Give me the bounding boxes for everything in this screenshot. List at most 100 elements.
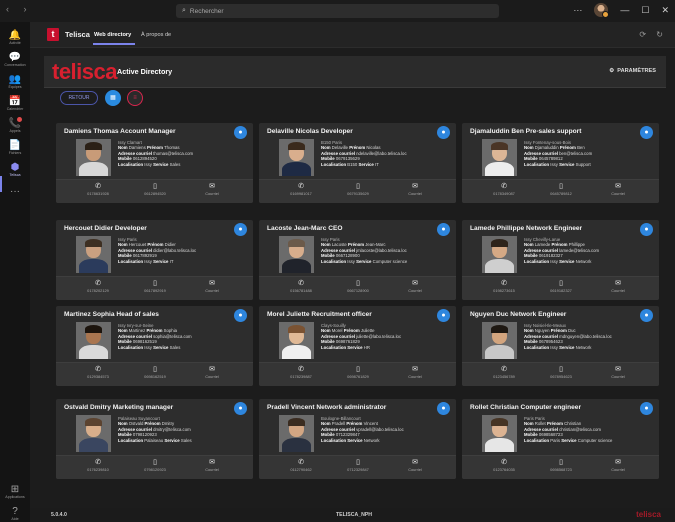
contact-name: Djamaluddin Ben Pre-sales support <box>470 128 582 135</box>
phone-icon: ✆ <box>298 183 304 190</box>
user-profile-icon[interactable]: ● <box>640 309 653 322</box>
contact-card[interactable]: Hercouet Didier Developer ● Issy Paris Nom … <box>56 220 253 300</box>
contact-photo <box>76 415 111 452</box>
call-mobile-button[interactable]: ▯ 0612894520 <box>135 183 175 197</box>
user-profile-icon[interactable]: ● <box>640 223 653 236</box>
tab-web-directory[interactable]: Web directory <box>94 32 131 38</box>
rail-item-help[interactable]: ? Aide <box>0 506 30 522</box>
call-mobile-button[interactable]: ▯ 0698162519 <box>135 366 175 380</box>
phone-icon: ✆ <box>501 183 507 190</box>
contact-card[interactable]: Nguyen Duc Network Engineer ● Issy Noisiel… <box>462 306 659 386</box>
email-button[interactable]: ✉ Courriel <box>598 183 638 197</box>
call-phone-button[interactable]: ✆ 0176239810 <box>78 459 118 473</box>
call-mobile-button[interactable]: ▯ 0617892919 <box>135 280 175 294</box>
contact-actions: ✆ 0178349087 ▯ 0645789812 ✉ Courriel <box>462 179 659 203</box>
app-name: Telisca <box>65 30 90 39</box>
minimize-icon[interactable]: — <box>620 5 629 15</box>
tab-about[interactable]: À propos de <box>141 32 171 38</box>
contact-card[interactable]: Djamaluddin Ben Pre-sales support ● Issy F… <box>462 123 659 203</box>
rail-item-teams[interactable]: 👥 Équipes <box>0 74 30 90</box>
user-profile-icon[interactable]: ● <box>234 309 247 322</box>
more-options-icon[interactable]: ··· <box>573 5 582 15</box>
call-phone-button[interactable]: ✆ 0198273615 <box>484 280 524 294</box>
call-mobile-button[interactable]: ▯ 0679135629 <box>338 183 378 197</box>
contact-card[interactable]: Rollet Christian Computer engineer ● Paris… <box>462 399 659 479</box>
rail-item-activity[interactable]: 🔔 Activité <box>0 30 30 46</box>
settings-button[interactable]: ⚙ PARAMÈTRES <box>609 68 656 74</box>
call-mobile-button[interactable]: ▯ 0619182327 <box>541 280 581 294</box>
call-mobile-button[interactable]: ▯ 0798120923 <box>135 459 175 473</box>
contact-card[interactable]: Pradell Vincent Network administrator ● Bo… <box>259 399 456 479</box>
call-phone-button[interactable]: ✆ 0169981017 <box>281 183 321 197</box>
user-profile-icon[interactable]: ● <box>437 223 450 236</box>
user-profile-icon[interactable]: ● <box>437 126 450 139</box>
email-button[interactable]: ✉ Courriel <box>598 366 638 380</box>
back-forward-arrows-icon[interactable]: ‹ › <box>6 4 33 14</box>
rail-item-calls[interactable]: 📞 Appels <box>0 118 30 134</box>
call-phone-button[interactable]: ✆ 0178239887 <box>281 366 321 380</box>
call-phone-button[interactable]: ✆ 0129384573 <box>78 366 118 380</box>
user-profile-icon[interactable]: ● <box>234 223 247 236</box>
user-avatar[interactable] <box>594 3 610 18</box>
list-view-button[interactable]: ≡ <box>127 90 143 106</box>
contact-card[interactable]: Ostvald Dmitry Marketing manager ● Palaise… <box>56 399 253 479</box>
mail-icon: ✉ <box>615 280 621 287</box>
user-profile-icon[interactable]: ● <box>437 402 450 415</box>
user-profile-icon[interactable]: ● <box>234 126 247 139</box>
rail-item-chat[interactable]: 💬 Conversation <box>0 52 30 68</box>
call-mobile-button[interactable]: ▯ 0678954623 <box>541 366 581 380</box>
grid-view-button[interactable]: ▦ <box>105 90 121 106</box>
contact-card[interactable]: Martinez Sophia Head of sales ● Issy Ivry-… <box>56 306 253 386</box>
call-mobile-button[interactable]: ▯ 0698568723 <box>541 459 581 473</box>
refresh-icon[interactable]: ⟳ ↻ <box>639 30 667 39</box>
more-icon: ··· <box>10 186 20 197</box>
email-button[interactable]: ✉ Courriel <box>192 183 232 197</box>
rail-item-files[interactable]: 📄 Fichiers <box>0 140 30 156</box>
contact-card[interactable]: Lacoste Jean-Marc CEO ● Issy Paris Nom Laco… <box>259 220 456 300</box>
email-button[interactable]: ✉ Courriel <box>598 459 638 473</box>
user-profile-icon[interactable]: ● <box>640 402 653 415</box>
call-mobile-button[interactable]: ▯ 0645789812 <box>541 183 581 197</box>
email-button[interactable]: ✉ Courriel <box>192 459 232 473</box>
call-phone-button[interactable]: ✆ 0112790462 <box>281 459 321 473</box>
call-phone-button[interactable]: ✆ 0178202129 <box>78 280 118 294</box>
call-phone-button[interactable]: ✆ 0123764035 <box>484 459 524 473</box>
rail-item-more[interactable]: ··· <box>0 186 30 197</box>
contact-name: Ostvald Dmitry Marketing manager <box>64 404 174 411</box>
call-mobile-button[interactable]: ▯ 0667128900 <box>338 280 378 294</box>
email-button[interactable]: ✉ Courriel <box>598 280 638 294</box>
call-phone-button[interactable]: ✆ 0178349087 <box>484 183 524 197</box>
email-button[interactable]: ✉ Courriel <box>192 280 232 294</box>
phone-icon: ✆ <box>501 280 507 287</box>
email-button[interactable]: ✉ Courriel <box>395 280 435 294</box>
contact-card[interactable]: Morel Juliette Recruitment officer ● Clays… <box>259 306 456 386</box>
contact-photo <box>76 322 111 359</box>
contact-email: ndelaville@labo.telisca.loc <box>356 150 407 156</box>
user-profile-icon[interactable]: ● <box>234 402 247 415</box>
call-phone-button[interactable]: ✆ 0156781488 <box>281 280 321 294</box>
contact-card[interactable]: Lamede Phillippe Network Engineer ● Issy C… <box>462 220 659 300</box>
rail-item-calendar[interactable]: 📅 Calendrier <box>0 96 30 112</box>
contact-email: didier@labo.telisca.loc <box>153 247 197 253</box>
call-mobile-button[interactable]: ▯ 0698761829 <box>338 366 378 380</box>
back-button[interactable]: RETOUR <box>60 91 98 105</box>
user-profile-icon[interactable]: ● <box>640 126 653 139</box>
search-bar[interactable]: ⌕ Rechercher <box>176 4 499 18</box>
contact-actions: ✆ 0123456789 ▯ 0678954623 ✉ Courriel <box>462 362 659 386</box>
contact-card[interactable]: Damiens Thomas Account Manager ● Issy Clam… <box>56 123 253 203</box>
contact-actions: ✆ 0156781488 ▯ 0667128900 ✉ Courriel <box>259 276 456 300</box>
email-button[interactable]: ✉ Courriel <box>395 183 435 197</box>
email-button[interactable]: ✉ Courriel <box>395 366 435 380</box>
rail-item-apps[interactable]: ⊞ Applications <box>0 484 30 500</box>
maximize-icon[interactable]: ☐ <box>641 5 649 16</box>
rail-item-telisca[interactable]: ⬢ Telisca <box>0 162 30 178</box>
contact-card[interactable]: Delaville Nicolas Developer ● B150 Paris No… <box>259 123 456 203</box>
close-icon[interactable]: ✕ <box>661 5 669 16</box>
email-button[interactable]: ✉ Courriel <box>192 366 232 380</box>
call-mobile-button[interactable]: ▯ 0712329847 <box>338 459 378 473</box>
call-phone-button[interactable]: ✆ 0123456789 <box>484 366 524 380</box>
mail-icon: ✉ <box>412 366 418 373</box>
email-button[interactable]: ✉ Courriel <box>395 459 435 473</box>
user-profile-icon[interactable]: ● <box>437 309 450 322</box>
call-phone-button[interactable]: ✆ 0178631928 <box>78 183 118 197</box>
